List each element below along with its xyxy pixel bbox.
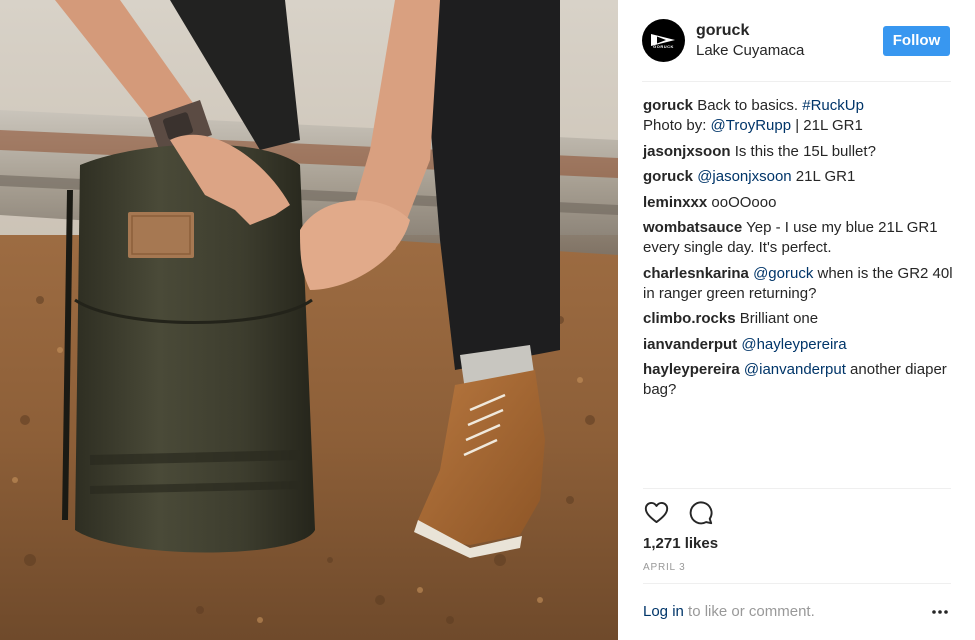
comment-text: Is this the 15L bullet? bbox=[734, 142, 876, 160]
caption: goruck Back to basics. #RuckUp Photo by:… bbox=[643, 96, 953, 136]
comment-author[interactable]: climbo.rocks bbox=[643, 310, 736, 327]
goruck-logo-icon bbox=[651, 34, 675, 46]
comment: jasonjxsoon Is this the 15L bullet? bbox=[643, 142, 953, 162]
comment: charlesnkarina @goruck when is the GR2 4… bbox=[643, 264, 953, 304]
comment-author[interactable]: goruck bbox=[643, 168, 693, 185]
post-side-panel: GORUCK goruck Lake Cuyamaca Follow goruc… bbox=[618, 0, 975, 640]
comment: goruck @jasonjxsoon 21L GR1 bbox=[643, 167, 953, 187]
footer-divider bbox=[643, 583, 951, 584]
comment: wombatsauce Yep - I use my blue 21L GR1 … bbox=[643, 218, 953, 258]
follow-button[interactable]: Follow bbox=[883, 26, 950, 56]
comment-text: 21L GR1 bbox=[791, 168, 856, 185]
heart-outline-icon[interactable] bbox=[643, 499, 670, 526]
login-link[interactable]: Log in bbox=[643, 603, 684, 620]
avatar-logo-text: GORUCK bbox=[653, 44, 674, 49]
mention-link[interactable]: @TroyRupp bbox=[711, 117, 792, 134]
post-date[interactable]: APRIL 3 bbox=[643, 562, 685, 573]
post-location[interactable]: Lake Cuyamaca bbox=[696, 42, 804, 59]
post-username[interactable]: goruck bbox=[696, 22, 749, 40]
comment: ianvanderput @hayleypereira bbox=[643, 335, 953, 355]
actions-divider bbox=[643, 488, 951, 489]
avatar[interactable]: GORUCK bbox=[642, 19, 685, 62]
login-suffix: to like or comment. bbox=[683, 603, 815, 620]
comment: leminxxx ooOOooo bbox=[643, 193, 953, 213]
comment-text: Brilliant one bbox=[739, 310, 819, 327]
comment-text: Photo by: bbox=[643, 117, 711, 134]
comment-author[interactable]: leminxxx bbox=[643, 194, 707, 211]
post-photo[interactable] bbox=[0, 0, 618, 640]
comment-text: | 21L GR1 bbox=[791, 117, 863, 134]
comment: climbo.rocks Brilliant one bbox=[643, 309, 953, 329]
comment-author[interactable]: jasonjxsoon bbox=[643, 143, 731, 160]
ellipsis-icon[interactable] bbox=[930, 604, 950, 620]
mention-link[interactable]: @jasonjxsoon bbox=[697, 168, 791, 185]
login-prompt: Log in to like or comment. bbox=[643, 603, 815, 620]
hashtag-link[interactable]: #RuckUp bbox=[802, 97, 864, 114]
likes-count[interactable]: 1,271 likes bbox=[643, 535, 718, 552]
comment-list: goruck Back to basics. #RuckUp Photo by:… bbox=[643, 96, 953, 406]
comment-author[interactable]: wombatsauce bbox=[643, 219, 742, 236]
photo-illustration bbox=[0, 0, 618, 640]
mention-link[interactable]: @hayleypereira bbox=[741, 336, 846, 353]
speech-bubble-icon[interactable] bbox=[687, 499, 714, 526]
comment-text: Back to basics. bbox=[697, 97, 803, 114]
comment-author[interactable]: charlesnkarina bbox=[643, 265, 749, 282]
header-divider bbox=[642, 81, 951, 82]
comment-author[interactable]: goruck bbox=[643, 97, 693, 114]
mention-link[interactable]: @goruck bbox=[753, 265, 813, 282]
comment-author[interactable]: ianvanderput bbox=[643, 336, 737, 353]
comment: hayleypereira @ianvanderput another diap… bbox=[643, 360, 953, 400]
comment-text: ooOOooo bbox=[711, 193, 777, 211]
comment-author[interactable]: hayleypereira bbox=[643, 361, 740, 378]
post-header: GORUCK goruck Lake Cuyamaca Follow bbox=[618, 0, 975, 82]
mention-link[interactable]: @ianvanderput bbox=[744, 361, 846, 378]
post-actions bbox=[643, 499, 743, 527]
